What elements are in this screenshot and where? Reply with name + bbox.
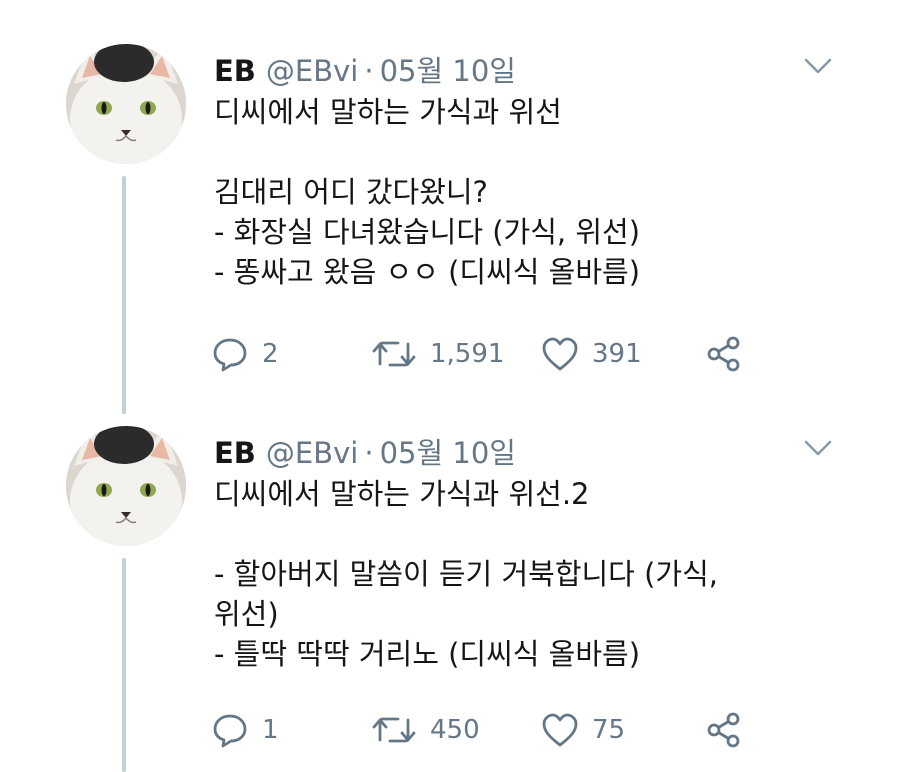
- tweet-header: EB @EBvi · 05월 10일: [214, 430, 516, 470]
- retweet-button[interactable]: 450: [370, 708, 480, 752]
- tweet-text-line: 디씨에서 말하는 가식과 위선.2: [214, 477, 590, 511]
- tweet-text-line: 위선): [214, 597, 279, 631]
- reply-icon: [213, 338, 247, 372]
- heart-icon: [542, 713, 578, 747]
- like-count: 391: [592, 339, 642, 369]
- tweet[interactable]: EB @EBvi · 05월 10일 디씨에서 말하는 가식과 위선.2 - 할…: [0, 426, 900, 766]
- tweet-header: EB @EBvi · 05월 10일: [214, 48, 516, 88]
- tweet-menu-button[interactable]: [800, 54, 836, 78]
- tweet-text-line: - 화장실 다녀왔습니다 (가식, 위선): [214, 215, 641, 249]
- separator: ·: [364, 54, 374, 88]
- reply-icon: [213, 714, 247, 748]
- tweet-text-line: - 할아버지 말씀이 듣기 거북합니다 (가식,: [214, 557, 718, 591]
- cat-avatar-image: [66, 426, 186, 546]
- heart-icon: [542, 337, 578, 371]
- tweet-text: 디씨에서 말하는 가식과 위선 김대리 어디 갔다왔니? - 화장실 다녀왔습니…: [214, 92, 814, 292]
- tweet-date[interactable]: 05월 10일: [380, 48, 516, 90]
- retweet-count: 450: [430, 715, 480, 745]
- like-count: 75: [592, 715, 626, 745]
- reply-button[interactable]: 1: [210, 708, 279, 752]
- avatar[interactable]: [66, 426, 186, 546]
- share-icon: [707, 712, 740, 748]
- share-icon: [707, 336, 740, 372]
- retweet-count: 1,591: [430, 339, 505, 369]
- author-name[interactable]: EB: [214, 54, 256, 88]
- author-handle[interactable]: @EBvi: [266, 436, 358, 470]
- like-button[interactable]: 391: [540, 332, 642, 376]
- retweet-button[interactable]: 1,591: [370, 332, 504, 376]
- tweet-text-blank: [214, 514, 814, 554]
- share-button[interactable]: [704, 708, 744, 752]
- tweet-text-line: 김대리 어디 갔다왔니?: [214, 175, 488, 209]
- retweet-icon: [372, 341, 416, 367]
- reply-button[interactable]: 2: [210, 332, 279, 376]
- tweet-text-blank: [214, 132, 814, 172]
- tweet-menu-button[interactable]: [800, 436, 836, 460]
- retweet-icon: [372, 717, 416, 743]
- author-handle[interactable]: @EBvi: [266, 54, 358, 88]
- tweet-actions: 1 450 75: [210, 708, 770, 752]
- tweet-date[interactable]: 05월 10일: [380, 430, 516, 472]
- reply-count: 2: [262, 339, 279, 369]
- avatar[interactable]: [66, 44, 186, 164]
- tweet-text-line: - 틀딱 딱딱 거리노 (디씨식 올바름): [214, 637, 641, 671]
- tweet-text: 디씨에서 말하는 가식과 위선.2 - 할아버지 말씀이 듣기 거북합니다 (가…: [214, 474, 814, 674]
- tweet[interactable]: EB @EBvi · 05월 10일 디씨에서 말하는 가식과 위선 김대리 어…: [0, 44, 900, 384]
- separator: ·: [364, 436, 374, 470]
- chevron-down-icon: [804, 440, 832, 456]
- cat-avatar-image: [66, 44, 186, 164]
- author-name[interactable]: EB: [214, 436, 256, 470]
- tweet-text-line: - 똥싸고 왔음 ㅇㅇ (디씨식 올바름): [214, 255, 641, 289]
- tweet-actions: 2 1,591 391: [210, 332, 770, 376]
- like-button[interactable]: 75: [540, 708, 625, 752]
- chevron-down-icon: [804, 58, 832, 74]
- share-button[interactable]: [704, 332, 744, 376]
- tweet-text-line: 디씨에서 말하는 가식과 위선: [214, 95, 562, 129]
- reply-count: 1: [262, 715, 279, 745]
